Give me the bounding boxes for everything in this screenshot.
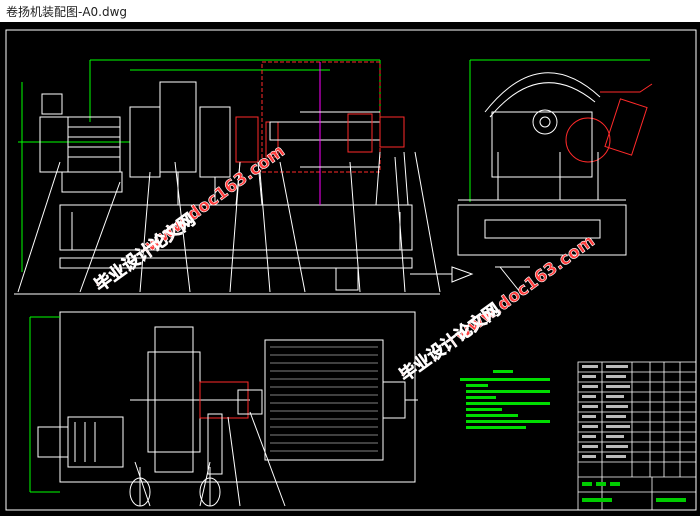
cad-drawing: www.doc163.com 毕业设计论文网 www.doc163.com 毕业… (5, 29, 697, 511)
drawing-canvas[interactable]: www.doc163.com 毕业设计论文网 www.doc163.com 毕业… (0, 22, 700, 512)
motor (39, 116, 121, 173)
side-base (457, 204, 627, 256)
gearbox-1 (159, 81, 197, 173)
window-title: 卷扬机装配图-A0.dwg (6, 5, 128, 19)
watermarks: www.doc163.com 毕业设计论文网 www.doc163.com 毕业… (90, 141, 599, 386)
brake-drum (565, 117, 611, 163)
drum-shaft (269, 121, 381, 141)
gearbox-2 (199, 106, 231, 178)
title-bar: 卷扬机装配图-A0.dwg (0, 0, 700, 23)
title-block-text-stubs (582, 365, 630, 458)
watermark-brand-1: 毕业设计论文网 (91, 209, 200, 296)
technical-requirements-notes (460, 370, 550, 429)
plan-drum (264, 339, 384, 461)
plan-view (29, 311, 418, 507)
drum-cover-arc (484, 72, 601, 113)
